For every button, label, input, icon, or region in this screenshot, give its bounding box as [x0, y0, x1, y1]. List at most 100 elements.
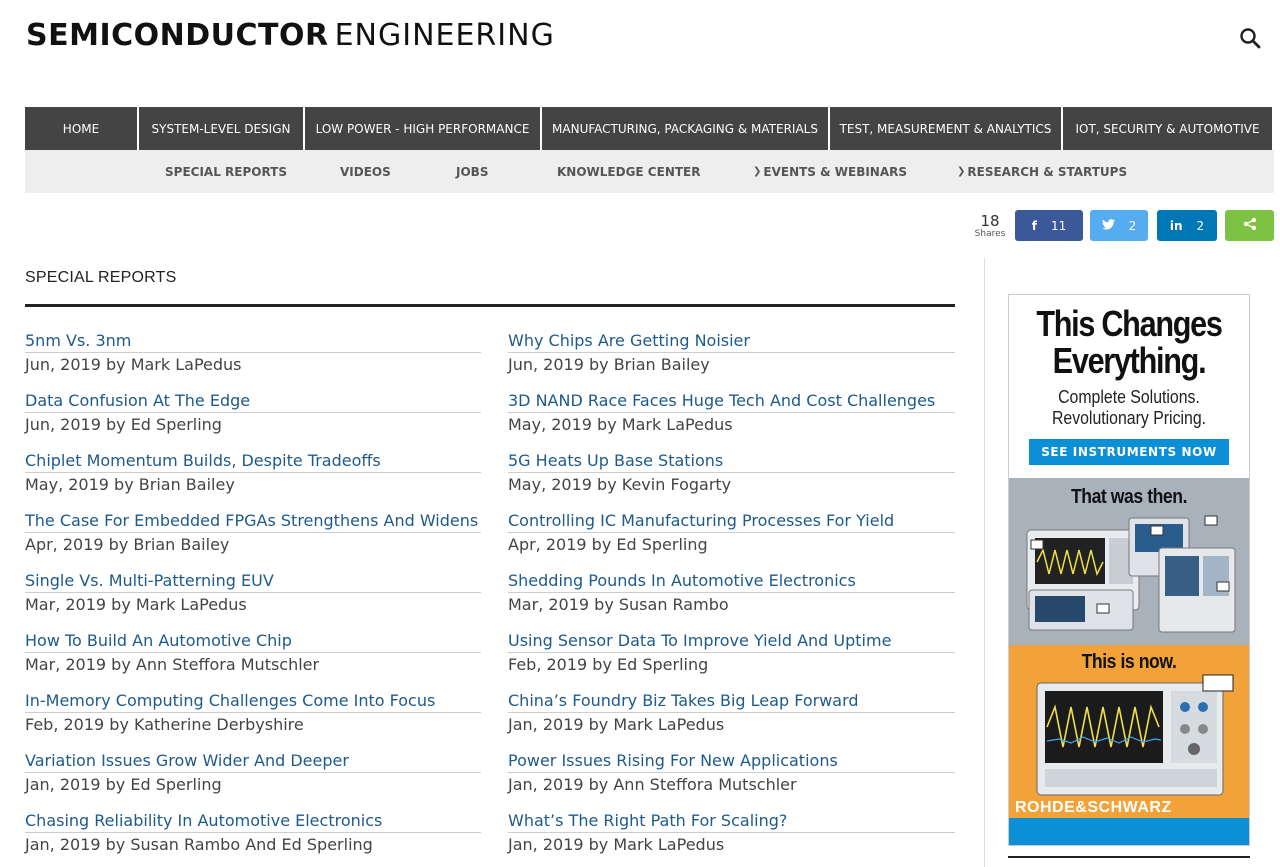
article-meta: Jan, 2019 by Mark LaPedus [508, 715, 725, 734]
article-link[interactable]: 5G Heats Up Base Stations [508, 450, 955, 473]
oscilloscope-illustration [1036, 674, 1234, 796]
list-item: Power Issues Rising For New Applications… [508, 750, 955, 810]
list-item: 5G Heats Up Base Stations May, 2019 by Ke… [508, 450, 955, 510]
ad-then-panel: That was then. [1009, 478, 1249, 645]
share-total: 18 [980, 212, 1000, 230]
article-link[interactable]: 3D NAND Race Faces Huge Tech And Cost Ch… [508, 390, 955, 413]
site-logo[interactable]: SEMICONDUCTOR ENGINEERING [26, 18, 555, 53]
article-link[interactable]: How To Build An Automotive Chip [25, 630, 481, 653]
article-link[interactable]: 5nm Vs. 3nm [25, 330, 481, 353]
article-link[interactable]: What’s The Right Path For Scaling? [508, 810, 955, 833]
list-item: China’s Foundry Biz Takes Big Leap Forwa… [508, 690, 955, 750]
linkedin-icon: in [1169, 218, 1183, 233]
subnav-item-jobs[interactable]: JOBS [456, 150, 488, 193]
article-link[interactable]: Chiplet Momentum Builds, Despite Tradeof… [25, 450, 481, 473]
ad-cta-button[interactable]: SEE INSTRUMENTS NOW [1029, 439, 1229, 465]
list-item: Why Chips Are Getting Noisier Jun, 2019 b… [508, 330, 955, 390]
share-icon [1243, 217, 1257, 234]
ad-top-panel: This Changes Everything. Complete Soluti… [1009, 295, 1249, 478]
logo-bold-text: SEMICONDUCTOR [26, 18, 329, 53]
ad-brand-logo: ROHDE&SCHWARZ [1015, 799, 1172, 816]
article-meta: Jan, 2019 by Mark LaPedus [508, 835, 725, 854]
list-item: What’s The Right Path For Scaling? Jan, 2… [508, 810, 955, 867]
facebook-icon: f [1031, 218, 1037, 233]
nav-item-home[interactable]: HOME [25, 107, 137, 150]
nav-item-test-measurement[interactable]: TEST, MEASUREMENT & ANALYTICS [830, 107, 1061, 150]
list-item: How To Build An Automotive Chip Mar, 2019… [25, 630, 481, 690]
linkedin-share-button[interactable]: in 2 [1157, 210, 1217, 241]
article-meta: Mar, 2019 by Ann Steffora Mutschler [25, 655, 320, 674]
article-link[interactable]: Chasing Reliability In Automotive Electr… [25, 810, 481, 833]
sidebar-divider-bottom [1008, 856, 1250, 858]
ad-subline-line: Revolutionary Pricing. [1051, 408, 1207, 428]
article-link[interactable]: Why Chips Are Getting Noisier [508, 330, 955, 353]
subnav-label: EVENTS & WEBINARS [763, 164, 908, 179]
main-nav: HOME SYSTEM-LEVEL DESIGN LOW POWER - HIG… [25, 107, 1274, 150]
article-link[interactable]: Shedding Pounds In Automotive Electronic… [508, 570, 955, 593]
article-link[interactable]: The Case For Embedded FPGAs Strengthens … [25, 510, 481, 533]
facebook-count: 11 [1050, 218, 1067, 233]
chevron-down-icon: ❯ [753, 166, 762, 177]
nav-item-system-level-design[interactable]: SYSTEM-LEVEL DESIGN [139, 107, 303, 150]
list-item: Data Confusion At The Edge Jun, 2019 by E… [25, 390, 481, 450]
nav-item-iot-security[interactable]: IOT, SECURITY & AUTOMOTIVE [1063, 107, 1272, 150]
subnav-item-research-startups[interactable]: ❯ RESEARCH & STARTUPS [957, 150, 1127, 193]
subnav-item-events-webinars[interactable]: ❯ EVENTS & WEBINARS [753, 150, 907, 193]
list-item: Single Vs. Multi-Patterning EUV Mar, 2019… [25, 570, 481, 630]
article-meta: Jun, 2019 by Mark LaPedus [25, 355, 242, 374]
list-item: Chiplet Momentum Builds, Despite Tradeof… [25, 450, 481, 510]
articles-left-column: 5nm Vs. 3nm Jun, 2019 by Mark LaPedus Dat… [25, 330, 481, 867]
article-meta: Jun, 2019 by Ed Sperling [25, 415, 222, 434]
page-title: SPECIAL REPORTS [25, 269, 177, 286]
article-link[interactable]: Controlling IC Manufacturing Processes F… [508, 510, 955, 533]
article-link[interactable]: Using Sensor Data To Improve Yield And U… [508, 630, 955, 653]
article-meta: Mar, 2019 by Mark LaPedus [25, 595, 247, 614]
twitter-icon [1101, 218, 1115, 233]
article-meta: Apr, 2019 by Brian Bailey [25, 535, 230, 554]
section-divider [25, 304, 955, 307]
article-meta: May, 2019 by Brian Bailey [25, 475, 235, 494]
article-link[interactable]: Single Vs. Multi-Patterning EUV [25, 570, 481, 593]
article-link[interactable]: Variation Issues Grow Wider And Deeper [25, 750, 481, 773]
ad-headline: This Changes Everything. [1027, 305, 1231, 379]
list-item: Variation Issues Grow Wider And Deeper Ja… [25, 750, 481, 810]
article-link[interactable]: Data Confusion At The Edge [25, 390, 481, 413]
article-link[interactable]: China’s Foundry Biz Takes Big Leap Forwa… [508, 690, 955, 713]
articles-right-column: Why Chips Are Getting Noisier Jun, 2019 b… [508, 330, 955, 867]
list-item: Using Sensor Data To Improve Yield And U… [508, 630, 955, 690]
ad-subline: Complete Solutions. Revolutionary Pricin… [1023, 387, 1234, 429]
facebook-share-button[interactable]: f 11 [1015, 210, 1083, 241]
sidebar-divider [984, 258, 985, 867]
linkedin-count: 2 [1196, 218, 1205, 233]
article-link[interactable]: In-Memory Computing Challenges Come Into… [25, 690, 481, 713]
nav-item-low-power[interactable]: LOW POWER - HIGH PERFORMANCE [305, 107, 540, 150]
article-meta: Mar, 2019 by Susan Rambo [508, 595, 729, 614]
nav-item-manufacturing[interactable]: MANUFACTURING, PACKAGING & MATERIALS [542, 107, 828, 150]
article-meta: Jan, 2019 by Ed Sperling [25, 775, 222, 794]
list-item: 5nm Vs. 3nm Jun, 2019 by Mark LaPedus [25, 330, 481, 390]
list-item: Controlling IC Manufacturing Processes F… [508, 510, 955, 570]
search-icon[interactable] [1238, 26, 1262, 50]
article-meta: May, 2019 by Kevin Fogarty [508, 475, 732, 494]
ad-now-panel: This is now. [1009, 645, 1249, 818]
list-item: Shedding Pounds In Automotive Electronic… [508, 570, 955, 630]
list-item: The Case For Embedded FPGAs Strengthens … [25, 510, 481, 570]
article-meta: May, 2019 by Mark LaPedus [508, 415, 733, 434]
article-meta: Apr, 2019 by Ed Sperling [508, 535, 708, 554]
logo-light-text: ENGINEERING [334, 18, 555, 53]
subnav-item-videos[interactable]: VIDEOS [340, 150, 391, 193]
subnav-item-knowledge-center[interactable]: KNOWLEDGE CENTER [557, 150, 700, 193]
twitter-share-button[interactable]: 2 [1090, 210, 1148, 241]
sharethis-button[interactable] [1225, 210, 1274, 241]
sidebar-ad-banner[interactable]: This Changes Everything. Complete Soluti… [1008, 294, 1250, 846]
article-meta: Feb, 2019 by Ed Sperling [508, 655, 709, 674]
instruments-illustration [1026, 515, 1236, 633]
share-count: 18 Shares [972, 214, 1008, 239]
article-meta: Jan, 2019 by Susan Rambo And Ed Sperling [25, 835, 373, 854]
twitter-count: 2 [1128, 218, 1137, 233]
article-link[interactable]: Power Issues Rising For New Applications [508, 750, 955, 773]
subnav-item-special-reports[interactable]: SPECIAL REPORTS [165, 150, 287, 193]
article-meta: Jan, 2019 by Ann Steffora Mutschler [508, 775, 797, 794]
article-meta: Jun, 2019 by Brian Bailey [508, 355, 710, 374]
ad-brand-bar [1009, 818, 1249, 845]
